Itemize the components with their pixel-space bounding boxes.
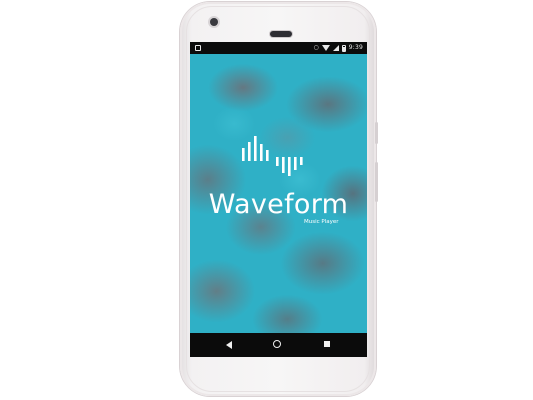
status-time: 9:39 <box>348 44 363 51</box>
volume-button <box>375 162 378 202</box>
signal-icon <box>332 45 339 51</box>
status-bar: ○ 9:39 <box>190 42 367 54</box>
key-icon: ○ <box>313 44 319 51</box>
front-camera <box>210 18 218 26</box>
status-icons: ○ 9:39 <box>313 42 363 54</box>
mockup-stage: ○ 9:39 Waveform Music Player <box>0 0 533 400</box>
app-subtitle: Music Player <box>304 219 339 225</box>
recents-icon[interactable] <box>324 341 330 347</box>
power-button <box>375 122 378 144</box>
battery-icon <box>341 44 346 52</box>
phone-screen: ○ 9:39 Waveform Music Player <box>190 42 367 357</box>
earpiece-speaker <box>270 31 292 37</box>
wifi-icon <box>321 45 330 51</box>
notification-icon <box>195 45 201 51</box>
waveform-logo-icon <box>242 136 303 176</box>
app-title: Waveform <box>208 189 349 220</box>
navigation-bar <box>190 333 367 357</box>
home-icon[interactable] <box>273 340 281 348</box>
splash-screen: Waveform Music Player <box>190 54 367 333</box>
back-icon[interactable] <box>226 341 232 349</box>
